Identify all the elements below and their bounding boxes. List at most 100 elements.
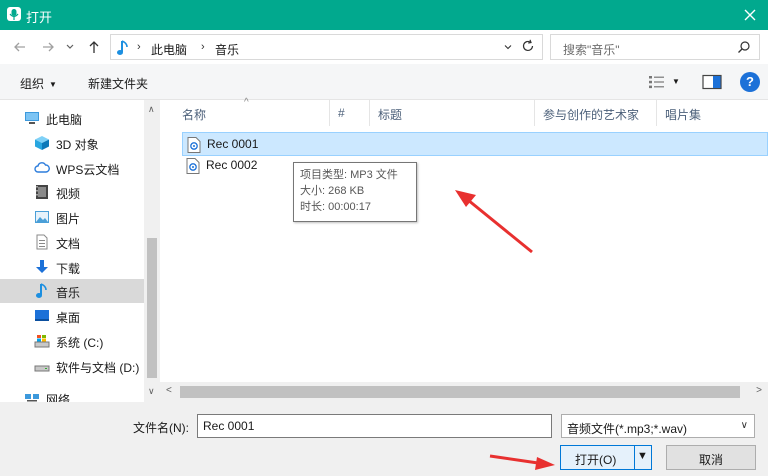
refresh-icon[interactable]	[520, 38, 536, 54]
preview-pane-icon[interactable]	[702, 74, 722, 90]
organize-label: 组织	[20, 77, 45, 91]
music-icon	[36, 283, 47, 298]
sidebar-item-label: 下载	[56, 262, 81, 276]
video-icon	[36, 185, 48, 199]
search-placeholder: 搜索"音乐"	[563, 43, 620, 57]
drive-d-icon	[34, 365, 50, 372]
navigation-pane: 此电脑 3D 对象 WPS云文档 视频 图片 文档 下载 音乐 桌面 系统 (C…	[0, 100, 160, 402]
breadcrumb-music[interactable]: 音乐	[215, 41, 239, 58]
open-label: 打开(O)	[575, 453, 617, 467]
organize-dropdown-icon: ▼	[49, 80, 57, 89]
sidebar-item-music[interactable]: 音乐	[0, 279, 144, 303]
search-input[interactable]: 搜索"音乐"	[550, 34, 760, 60]
filename-label: 文件名(N):	[133, 421, 189, 435]
view-options-icon[interactable]	[648, 74, 666, 90]
sidebar-item-label: 图片	[56, 212, 81, 226]
computer-icon	[25, 112, 39, 124]
view-dropdown-icon[interactable]: ▼	[672, 77, 680, 86]
sidebar-item-label: 3D 对象	[56, 138, 99, 152]
address-bar[interactable]: › 此电脑 › 音乐	[110, 34, 543, 60]
document-icon	[36, 234, 48, 250]
sidebar-scroll-thumb[interactable]	[147, 238, 157, 378]
column-label: 标题	[378, 108, 403, 122]
address-dropdown-chevron-icon[interactable]	[502, 41, 514, 53]
cancel-label: 取消	[699, 453, 724, 467]
recent-locations-chevron-icon[interactable]	[62, 39, 78, 55]
sidebar-item-label: 视频	[56, 187, 81, 201]
file-row-rec-0002[interactable]: Rec 0002	[182, 154, 768, 178]
sidebar-item-label: 软件与文档 (D:)	[56, 361, 140, 375]
sidebar-item-documents[interactable]: 文档	[0, 230, 144, 254]
download-icon	[36, 260, 48, 273]
address-row: › 此电脑 › 音乐 搜索"音乐"	[0, 30, 768, 64]
up-arrow-icon[interactable]	[86, 39, 102, 55]
sidebar-scrollbar[interactable]: ∧ ∨	[144, 100, 160, 402]
file-row-rec-0001[interactable]: Rec 0001	[182, 132, 768, 156]
network-icon	[25, 394, 39, 402]
dialog-footer: 文件名(N): 音频文件(*.mp3;*.wav) ∨ 打开(O) ▼ 取消	[0, 402, 768, 476]
column-label: 名称	[182, 108, 207, 122]
breadcrumb-this-pc[interactable]: 此电脑	[151, 41, 187, 58]
file-name: Rec 0002	[206, 158, 258, 172]
scroll-left-icon[interactable]: <	[166, 385, 172, 396]
open-button[interactable]: 打开(O) ▼	[560, 445, 652, 470]
sidebar-item-label: 桌面	[56, 311, 81, 325]
command-toolbar: 组织 ▼ 新建文件夹 ▼ ?	[0, 64, 768, 100]
forward-arrow-icon[interactable]	[40, 39, 56, 55]
filename-input[interactable]	[197, 414, 552, 438]
breadcrumb-chevron-icon: ›	[201, 41, 205, 53]
cancel-button[interactable]: 取消	[666, 445, 756, 470]
file-type-value: 音频文件(*.mp3;*.wav)	[567, 422, 688, 436]
file-list: 名称 ^ # 标题 参与创作的艺术家 唱片集 Rec 0001 Rec 0002…	[160, 97, 768, 402]
file-type-select[interactable]: 音频文件(*.mp3;*.wav) ∨	[561, 414, 755, 438]
cube-3d-icon	[35, 136, 49, 150]
scroll-up-icon[interactable]: ∧	[148, 104, 155, 115]
sidebar-item-this-pc[interactable]: 此电脑	[0, 106, 144, 130]
title-bar: 打开	[0, 0, 768, 30]
horizontal-scroll-thumb[interactable]	[180, 386, 740, 398]
audio-file-icon	[186, 158, 200, 174]
file-info-tooltip: 项目类型: MP3 文件 大小: 268 KB 时长: 00:00:17	[293, 162, 417, 222]
file-name: Rec 0001	[207, 137, 259, 151]
close-icon[interactable]	[740, 5, 760, 25]
column-header-artists[interactable]: 参与创作的艺术家	[535, 100, 657, 126]
sidebar-item-videos[interactable]: 视频	[0, 180, 144, 204]
sidebar-item-network[interactable]: 网络	[0, 386, 144, 402]
column-header-name[interactable]: 名称 ^	[160, 97, 330, 126]
sidebar-item-label: 文档	[56, 237, 81, 251]
column-label: #	[338, 106, 345, 120]
column-header-title[interactable]: 标题	[370, 100, 535, 126]
app-microphone-icon	[7, 7, 21, 21]
search-icon[interactable]	[737, 40, 751, 54]
column-label: 唱片集	[665, 108, 702, 122]
sidebar-item-pictures[interactable]: 图片	[0, 205, 144, 229]
scroll-down-icon[interactable]: ∨	[148, 386, 155, 397]
sidebar-item-downloads[interactable]: 下载	[0, 255, 144, 279]
help-icon[interactable]: ?	[740, 72, 760, 92]
chevron-down-icon: ∨	[740, 420, 748, 431]
sidebar-item-label: WPS云文档	[56, 163, 120, 177]
scroll-right-icon[interactable]: >	[756, 385, 762, 396]
new-folder-button[interactable]: 新建文件夹	[88, 75, 148, 92]
desktop-icon	[35, 310, 49, 321]
column-header-number[interactable]: #	[330, 100, 370, 126]
back-arrow-icon[interactable]	[12, 39, 28, 55]
sidebar-item-label: 系统 (C:)	[56, 336, 104, 350]
tooltip-duration: 时长: 00:00:17	[300, 201, 371, 213]
column-header-album[interactable]: 唱片集	[657, 100, 768, 126]
horizontal-scrollbar[interactable]: < >	[160, 382, 768, 402]
sidebar-item-3d-objects[interactable]: 3D 对象	[0, 131, 144, 155]
organize-button[interactable]: 组织 ▼	[20, 75, 57, 92]
window-title: 打开	[26, 10, 53, 25]
sidebar-item-drive-d[interactable]: 软件与文档 (D:)	[0, 354, 144, 378]
drive-c-icon	[34, 335, 50, 348]
sidebar-item-drive-c[interactable]: 系统 (C:)	[0, 329, 144, 353]
sidebar-item-wps-cloud[interactable]: WPS云文档	[0, 156, 144, 180]
sidebar-item-label: 此电脑	[46, 113, 83, 127]
picture-icon	[35, 211, 49, 223]
sidebar-item-label: 网络	[46, 393, 71, 402]
sidebar-item-desktop[interactable]: 桌面	[0, 304, 144, 328]
audio-file-icon	[187, 137, 201, 153]
open-dropdown-icon[interactable]: ▼	[637, 450, 648, 462]
tooltip-size: 大小: 268 KB	[300, 185, 365, 197]
